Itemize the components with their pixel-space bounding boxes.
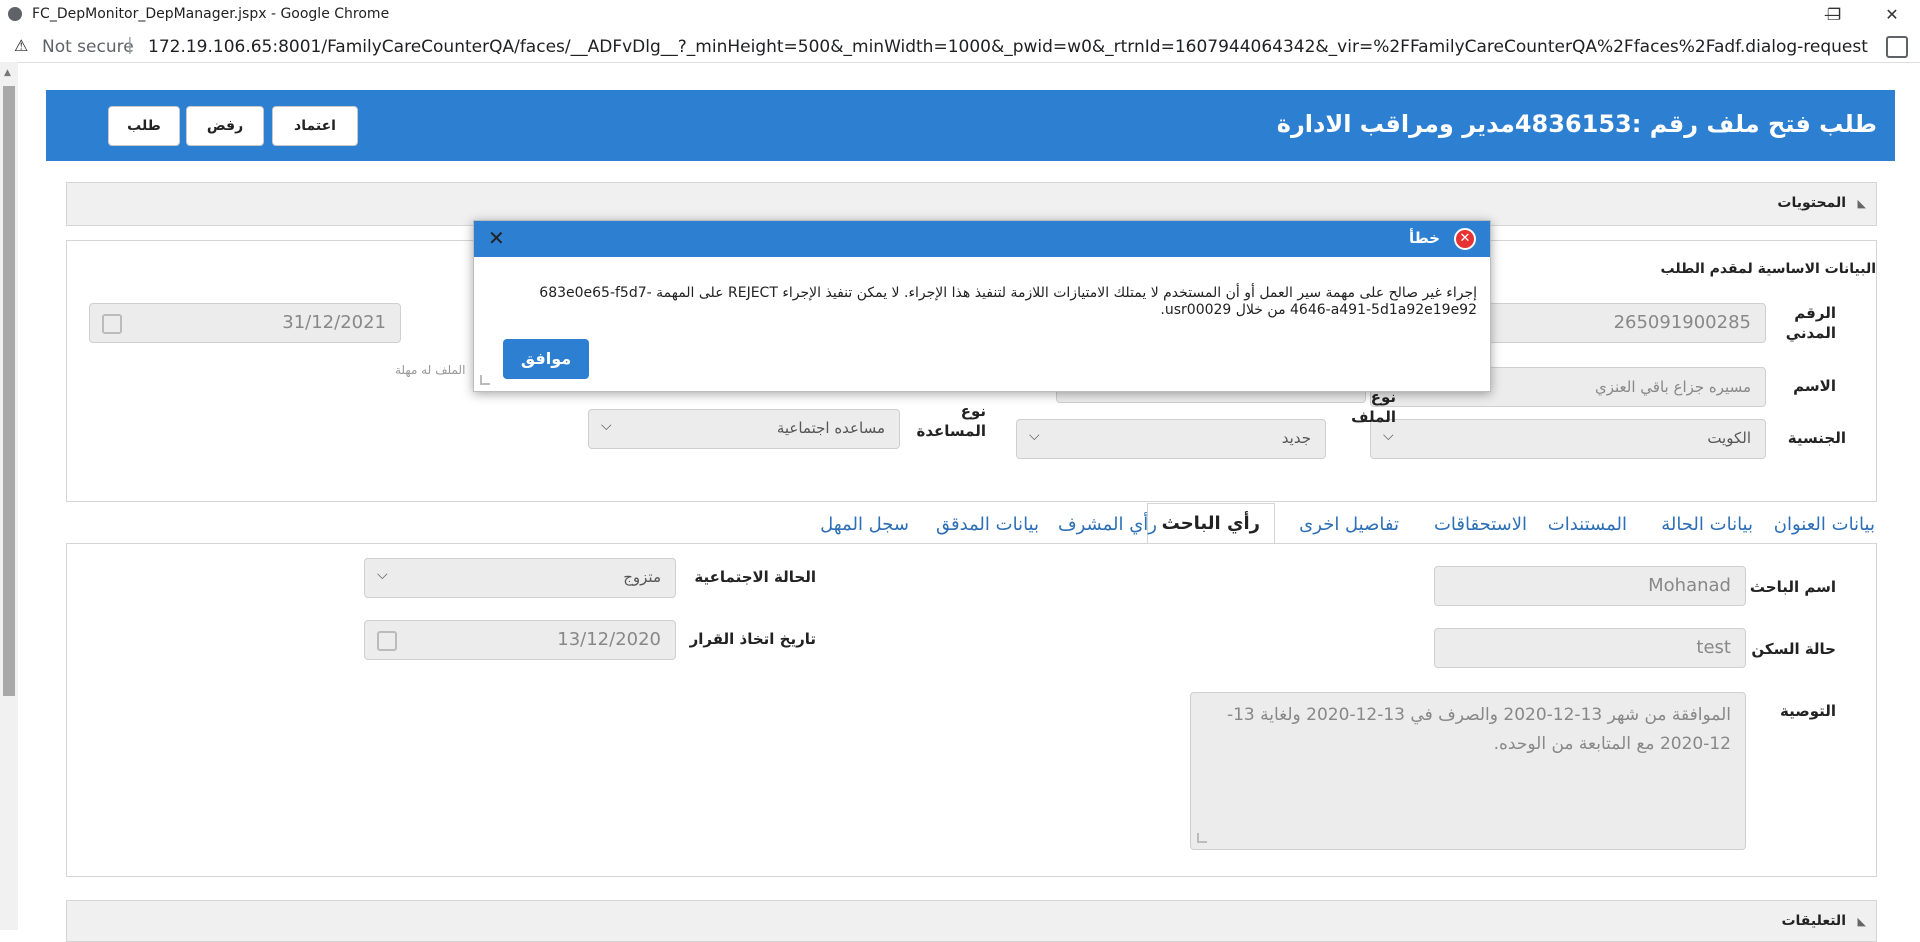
file-type-value: جديد (1281, 429, 1311, 447)
housing-field[interactable]: test (1434, 628, 1746, 668)
tab-entitlements[interactable]: الاستحقاقات (1434, 505, 1527, 545)
request-button[interactable]: طلب (108, 106, 180, 146)
researcher-name-value: Mohanad (1648, 575, 1731, 596)
deadline-date-field[interactable]: 31/12/2021 (89, 303, 401, 343)
decision-date-field[interactable]: 13/12/2020 (364, 620, 676, 660)
chevron-down-icon: ⌵ (377, 567, 388, 583)
marital-status-label: الحالة الاجتماعية (694, 568, 816, 586)
researcher-section: اسم الباحث Mohanad حالة السكن test التوص… (66, 543, 1877, 877)
nationality-label: الجنسية (1787, 429, 1846, 447)
approve-button[interactable]: اعتماد (272, 106, 358, 146)
recommendation-value: الموافقة من شهر 13-12-2020 والصرف في 13-… (1226, 705, 1731, 754)
housing-label: حالة السكن (1751, 640, 1836, 658)
tab-auditor-data[interactable]: بيانات المدقق (936, 505, 1039, 545)
tab-address-data[interactable]: بيانات العنوان (1774, 505, 1875, 545)
window-title: FC_DepMonitor_DepManager.jspx - Google C… (32, 6, 390, 22)
chevron-down-icon: ⌵ (601, 418, 612, 434)
extension-icon[interactable] (1886, 36, 1908, 58)
researcher-name-label: اسم الباحث (1749, 578, 1836, 596)
resize-grip-icon[interactable] (1197, 833, 1207, 843)
aid-type-value: مساعده اجتماعية (776, 419, 885, 437)
marital-status-select[interactable]: متزوج ⌵ (364, 558, 676, 598)
recommendation-textarea[interactable]: الموافقة من شهر 13-12-2020 والصرف في 13-… (1190, 692, 1746, 850)
deadline-value: 31/12/2021 (282, 312, 386, 333)
calendar-icon[interactable] (377, 631, 397, 651)
aid-type-label: نوع المساعدة (916, 402, 987, 440)
address-separator: | (127, 35, 133, 55)
collapse-triangle-icon[interactable]: ◣ (1858, 197, 1866, 210)
chevron-down-icon: ⌵ (1383, 428, 1394, 444)
resize-grip-icon[interactable] (480, 375, 490, 385)
file-type-select[interactable]: جديد ⌵ (1016, 419, 1326, 459)
close-window-button[interactable]: ✕ (1872, 2, 1912, 28)
maximize-button[interactable]: ❐ (1814, 2, 1854, 28)
nationality-select[interactable]: الكويت ⌵ (1370, 419, 1766, 459)
page-scrollbar[interactable]: ▲ (0, 62, 18, 930)
error-dialog-header: ✕ خطأ ✕ (474, 221, 1490, 257)
recommendation-label: التوصية (1779, 702, 1836, 720)
nationality-value: الكويت (1707, 429, 1751, 447)
housing-value: test (1696, 637, 1731, 658)
error-icon: ✕ (1454, 228, 1476, 250)
error-dialog-title: خطأ (1408, 229, 1440, 247)
reject-button[interactable]: رفض (186, 106, 264, 146)
name-label: الاسم (1793, 377, 1836, 395)
page-title: طلب فتح ملف رقم :4836153مدير ومراقب الاد… (1276, 110, 1877, 138)
tab-other-details[interactable]: تفاصيل اخرى (1299, 505, 1399, 545)
civil-id-label: الرقم المدني (1785, 304, 1836, 342)
url-text[interactable]: 172.19.106.65:8001/FamilyCareCounterQA/f… (148, 37, 1868, 57)
scrollbar-thumb[interactable] (3, 86, 15, 696)
page-header: طلب فتح ملف رقم :4836153مدير ومراقب الاد… (46, 90, 1895, 161)
contents-label: المحتويات (1777, 195, 1846, 211)
warning-icon[interactable]: ⚠ (14, 36, 28, 55)
decision-date-value: 13/12/2020 (557, 629, 661, 650)
error-message: إجراء غير صالح على مهمة سير العمل أو أن … (539, 285, 1477, 318)
ok-button[interactable]: موافق (503, 339, 589, 379)
grace-note: الملف له مهلة (395, 363, 466, 377)
scroll-up-icon[interactable]: ▲ (4, 68, 11, 78)
applicant-section-title: البيانات الاساسية لمقدم الطلب (1660, 261, 1876, 277)
decision-date-label: تاريخ اتخاذ القرار (689, 630, 816, 648)
researcher-name-field[interactable]: Mohanad (1434, 566, 1746, 606)
browser-title-bar: FC_DepMonitor_DepManager.jspx - Google C… (0, 0, 1920, 30)
aid-type-select[interactable]: مساعده اجتماعية ⌵ (588, 409, 900, 449)
address-bar[interactable]: ⚠ Not secure | 172.19.106.65:8001/Family… (0, 30, 1920, 63)
chevron-down-icon: ⌵ (1029, 428, 1040, 444)
civil-id-value: 265091900285 (1613, 312, 1751, 333)
name-value: مسيره جزاع باقي العنزي (1595, 378, 1751, 396)
comments-label: التعليقات (1781, 913, 1846, 929)
tab-researcher-opinion[interactable]: رأي الباحث (1146, 503, 1275, 547)
collapse-triangle-icon[interactable]: ◣ (1858, 915, 1866, 928)
tab-deadline-log[interactable]: سجل المهل (820, 505, 909, 545)
calendar-icon[interactable] (102, 314, 122, 334)
tab-case-data[interactable]: بيانات الحالة (1661, 505, 1753, 545)
tab-supervisor-opinion[interactable]: رأي المشرف (1058, 505, 1157, 545)
chrome-favicon-icon (8, 7, 22, 21)
comments-panel-header[interactable]: ◣ التعليقات (66, 900, 1877, 942)
not-secure-label[interactable]: Not secure (42, 37, 134, 57)
tab-documents[interactable]: المستندات (1548, 505, 1627, 545)
marital-status-value: متزوج (623, 568, 661, 586)
tab-bar: بيانات العنوان بيانات الحالة المستندات ا… (66, 503, 1875, 547)
error-dialog: ✕ خطأ ✕ إجراء غير صالح على مهمة سير العم… (473, 220, 1491, 392)
close-icon[interactable]: ✕ (488, 226, 505, 250)
